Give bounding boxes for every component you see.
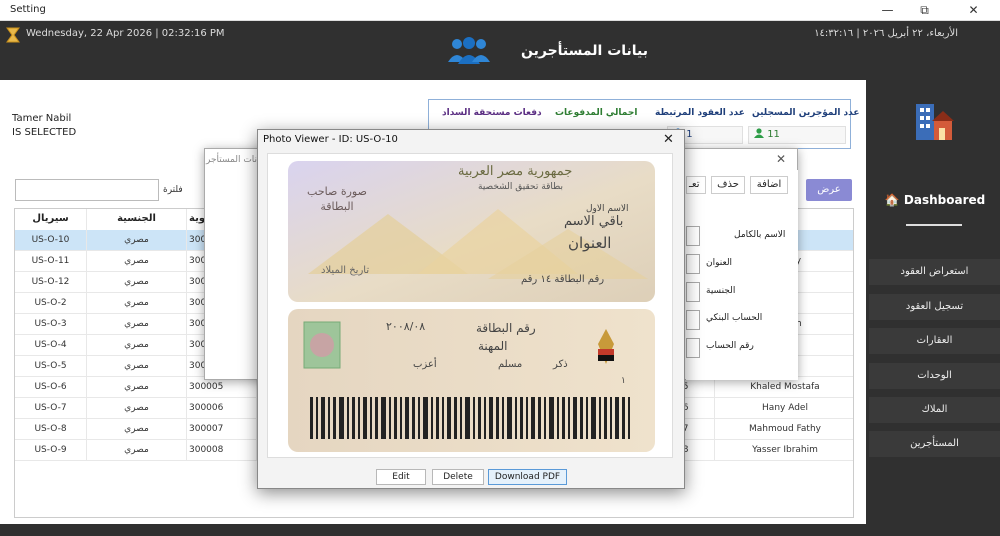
bank-label: الحساب البنكي — [706, 313, 763, 323]
cell-id: 300008 — [187, 440, 257, 461]
first-name-label: الاسم الاول — [586, 204, 629, 214]
edit-tenant-button[interactable]: تعـ — [686, 176, 706, 194]
cell-serial: US-O-2 — [15, 293, 87, 314]
account-number-label: رقم الحساب — [706, 341, 754, 351]
datetime-ar: الأربعاء، ٢٢ أبريل ٢٠٢٦ | ١٤:٣٢:١٦ — [814, 28, 958, 39]
gender-text: ذكر — [553, 359, 568, 370]
delete-tenant-button[interactable]: حذف — [711, 176, 745, 194]
bank-select[interactable] — [686, 310, 700, 330]
window-titlebar: Setting — ⧉ ✕ — [0, 0, 1000, 21]
back-date: ٢٠٠٨/٠٨ — [386, 320, 426, 333]
fullname-label: الاسم بالكامل — [734, 230, 786, 240]
cell-nationality: مصري — [87, 356, 187, 377]
photo-label: صورة صاحب البطاقة — [307, 185, 367, 213]
dashboard-link[interactable]: 🏠 Dashboared — [880, 193, 990, 207]
cell-serial: US-O-10 — [15, 230, 87, 251]
cell-nationality: مصري — [87, 314, 187, 335]
cell-name: Mahmoud Fathy — [749, 424, 821, 434]
sidebar-item-tenants[interactable]: المستأجرين — [869, 431, 1000, 457]
cell-serial: US-O-9 — [15, 440, 87, 461]
cell-nationality: مصري — [87, 419, 187, 440]
nationality-label: الجنسية — [706, 286, 736, 296]
selected-tenant-name: Tamer Nabil — [12, 113, 72, 124]
sidebar-item-owners[interactable]: الملاك — [869, 397, 1000, 423]
marital-status-text: أعزب — [413, 359, 437, 370]
cell-serial: US-O-11 — [15, 251, 87, 272]
sidebar-item-properties[interactable]: العقارات — [869, 328, 1000, 354]
rest-name-label: باقي الاسم — [564, 214, 624, 229]
account-number-field[interactable] — [686, 338, 700, 358]
back-mark: ١ — [621, 376, 626, 386]
dob-label: تاريخ الميلاد — [321, 265, 370, 276]
cell-nationality: مصري — [87, 272, 187, 293]
cell-id: 300007 — [187, 419, 257, 440]
app-header: Wednesday, 22 Apr 2026 | 02:32:16 PM الأ… — [0, 21, 1000, 80]
cell-serial: US-O-7 — [15, 398, 87, 419]
stat-label-dues: دفعات مستحقة السداد — [442, 108, 542, 118]
cell-serial: US-O-12 — [15, 272, 87, 293]
back-card-number: رقم البطاقة — [476, 321, 536, 335]
edit-photo-button[interactable]: Edit — [376, 469, 426, 485]
cell-id: 300006 — [187, 398, 257, 419]
building-logo-icon — [916, 104, 954, 140]
cell-serial: US-O-5 — [15, 356, 87, 377]
delete-photo-button[interactable]: Delete — [432, 469, 484, 485]
cell-id: 300005 — [187, 377, 257, 398]
cell-nationality: مصري — [87, 251, 187, 272]
cell-name: Hany Adel — [762, 403, 808, 413]
home-icon: 🏠 — [884, 193, 900, 207]
restore-button[interactable]: ⧉ — [902, 0, 947, 21]
cell-nationality: مصري — [87, 377, 187, 398]
sidebar-item-contracts-view[interactable]: استعراض العقود — [869, 259, 1000, 285]
religion-text: مسلم — [498, 359, 523, 370]
tenant-dialog-close[interactable]: ✕ — [776, 152, 786, 166]
address-text: العنوان — [568, 234, 612, 252]
divider — [906, 224, 962, 226]
address-field[interactable] — [686, 254, 700, 274]
download-pdf-button[interactable]: Download PDF — [488, 469, 567, 485]
card-number-text: رقم البطاقة ١٤ رقم — [521, 274, 605, 285]
address-label: العنوان — [706, 258, 733, 268]
cell-serial: US-O-8 — [15, 419, 87, 440]
profession-label: المهنة — [478, 339, 508, 353]
user-icon — [754, 128, 764, 138]
photo-viewer-close-button[interactable]: ✕ — [663, 132, 674, 147]
nationality-select[interactable] — [686, 282, 700, 302]
stat-label-owners: عدد المؤجرين المسجلين — [752, 108, 860, 118]
cell-nationality: مصري — [87, 293, 187, 314]
col-header-serial[interactable]: سيريال — [15, 209, 87, 230]
users-icon — [448, 37, 490, 64]
hourglass-icon — [6, 27, 20, 43]
sidebar-item-contracts-register[interactable]: تسجيل العقود — [869, 294, 1000, 320]
sidebar-item-units[interactable]: الوحدات — [869, 363, 1000, 389]
cell-nationality: مصري — [87, 398, 187, 419]
cell-name: Yasser Ibrahim — [752, 445, 818, 455]
card-header: جمهورية مصر العربية — [458, 164, 573, 179]
window-title: Setting — [10, 4, 46, 15]
cell-serial: US-O-4 — [15, 335, 87, 356]
stat-value-owners: 11 — [748, 126, 846, 144]
col-header-nationality[interactable]: الجنسية — [87, 209, 187, 230]
selected-status: IS SELECTED — [12, 127, 77, 138]
add-button[interactable]: اضافة — [750, 176, 788, 194]
filter-label: فلترة — [163, 185, 183, 195]
view-button[interactable]: عرض — [806, 179, 852, 201]
filter-input[interactable] — [15, 179, 159, 201]
cell-nationality: مصري — [87, 335, 187, 356]
photo-viewer-title: Photo Viewer - ID: US-O-10 — [263, 134, 398, 145]
page-title: بيانات المستأجرين — [521, 43, 648, 59]
cell-name: Khaled Mostafa — [750, 382, 820, 392]
cell-serial: US-O-6 — [15, 377, 87, 398]
id-card-image: جمهورية مصر العربية بطاقة تحقيق الشخصية … — [267, 153, 673, 458]
card-subheader: بطاقة تحقيق الشخصية — [478, 182, 563, 192]
window-close-button[interactable]: ✕ — [951, 0, 996, 21]
fullname-field[interactable] — [686, 226, 700, 246]
cell-serial: US-O-3 — [15, 314, 87, 335]
cell-nationality: مصري — [87, 440, 187, 461]
datetime-en: Wednesday, 22 Apr 2026 | 02:32:16 PM — [26, 28, 225, 39]
cell-nationality: مصري — [87, 230, 187, 251]
stat-label-payments: اجمالي المدفوعات — [555, 108, 638, 118]
stat-label-contracts: عدد العقود المرتبطة — [655, 108, 745, 118]
